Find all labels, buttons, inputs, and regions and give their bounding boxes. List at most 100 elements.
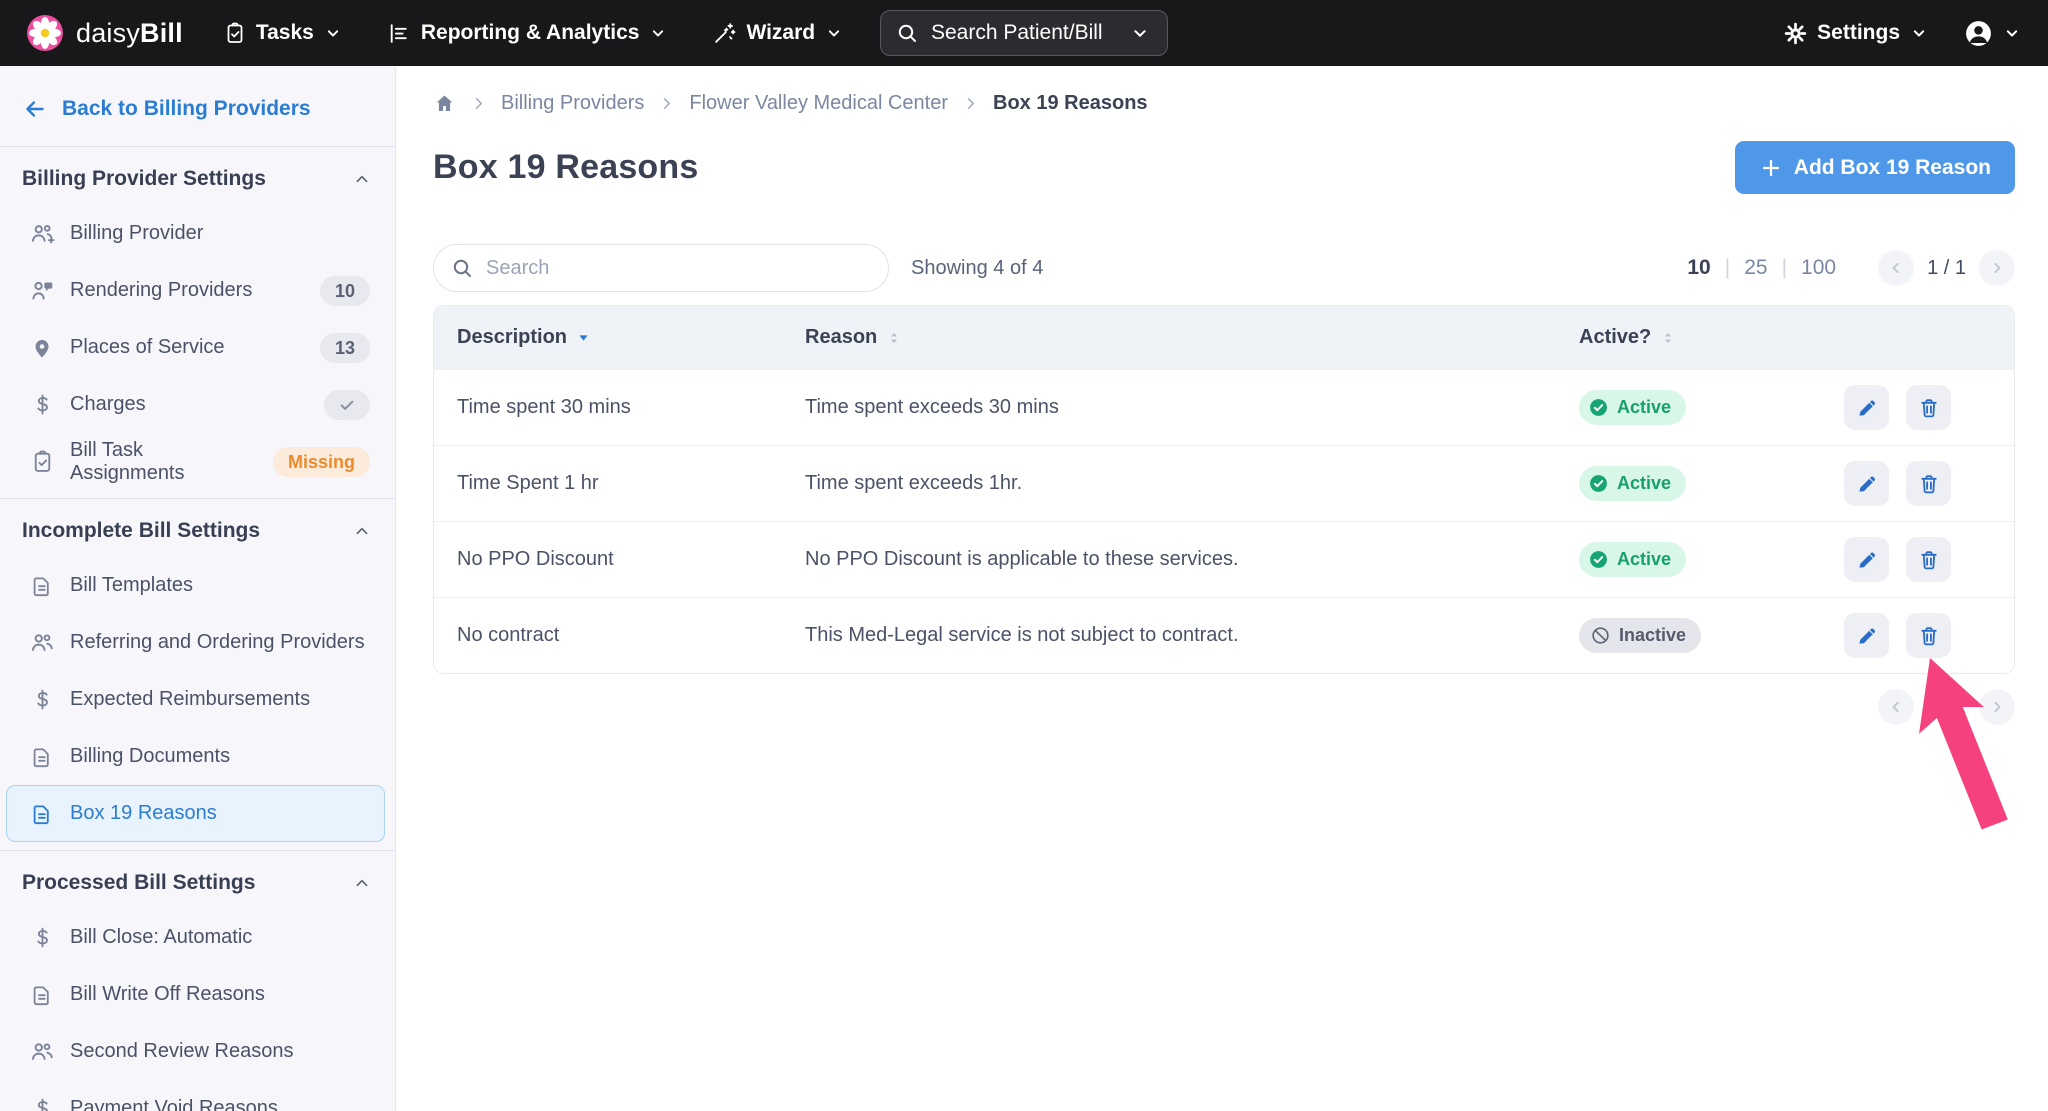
add-box-19-reason-button[interactable]: Add Box 19 Reason bbox=[1735, 141, 2015, 194]
pencil-icon bbox=[1855, 396, 1879, 420]
tasks-icon bbox=[223, 21, 247, 45]
status-label: Active bbox=[1617, 397, 1671, 418]
sidebar-item-box-19-reasons[interactable]: Box 19 Reasons bbox=[6, 785, 385, 842]
chevron-down-icon bbox=[1129, 22, 1151, 44]
next-page-button[interactable] bbox=[1979, 689, 2015, 725]
chevron-down-icon bbox=[323, 23, 343, 43]
column-header-active[interactable]: Active? bbox=[1579, 326, 1844, 349]
breadcrumb-link-billing-providers[interactable]: Billing Providers bbox=[501, 92, 644, 115]
dollar-icon bbox=[29, 687, 55, 713]
settings-menu[interactable]: Settings bbox=[1783, 21, 1929, 46]
sidebar-item-billing-provider[interactable]: Billing Provider bbox=[6, 205, 385, 262]
cell-description: Time Spent 1 hr bbox=[457, 472, 805, 495]
users-icon bbox=[29, 1039, 55, 1065]
sidebar-item-bill-templates[interactable]: Bill Templates bbox=[6, 557, 385, 614]
separator: | bbox=[1725, 256, 1730, 280]
check-circle-icon bbox=[1588, 397, 1609, 418]
home-icon[interactable] bbox=[433, 92, 456, 115]
delete-button[interactable] bbox=[1906, 385, 1951, 430]
separator: | bbox=[1782, 256, 1787, 280]
sidebar-section-processed-bill-settings[interactable]: Processed Bill Settings bbox=[0, 851, 395, 895]
back-to-billing-providers-link[interactable]: Back to Billing Providers bbox=[0, 66, 395, 146]
status-badge: Inactive bbox=[1579, 618, 1701, 653]
sidebar-item-billing-documents[interactable]: Billing Documents bbox=[6, 728, 385, 785]
previous-page-button[interactable] bbox=[1878, 689, 1914, 725]
sidebar-item-bill-write-off-reasons[interactable]: Bill Write Off Reasons bbox=[6, 966, 385, 1023]
trash-icon bbox=[1917, 472, 1941, 496]
sidebar-item-label: Bill Close: Automatic bbox=[70, 926, 252, 949]
table-row: No PPO DiscountNo PPO Discount is applic… bbox=[434, 521, 2014, 597]
sidebar-item-label: Billing Documents bbox=[70, 745, 230, 768]
delete-button[interactable] bbox=[1906, 461, 1951, 506]
sidebar-item-second-review-reasons[interactable]: Second Review Reasons bbox=[6, 1023, 385, 1080]
edit-button[interactable] bbox=[1844, 461, 1889, 506]
sidebar-item-expected-reimbursements[interactable]: Expected Reimbursements bbox=[6, 671, 385, 728]
search-patient-bill-button[interactable]: Search Patient/Bill bbox=[880, 10, 1168, 56]
pagination-top: 1 / 1 bbox=[1878, 250, 2015, 286]
sidebar-item-charges[interactable]: Charges bbox=[6, 376, 385, 433]
previous-page-button[interactable] bbox=[1878, 250, 1914, 286]
page-size-option-10[interactable]: 10 bbox=[1687, 256, 1710, 280]
section-title: Incomplete Bill Settings bbox=[22, 519, 260, 543]
sidebar-item-bill-close-automatic[interactable]: Bill Close: Automatic bbox=[6, 909, 385, 966]
document-icon bbox=[29, 744, 55, 770]
daisy-flower-icon bbox=[26, 14, 64, 52]
search-icon bbox=[895, 21, 919, 45]
sidebar-item-label: Box 19 Reasons bbox=[70, 802, 217, 825]
daisybill-logo[interactable]: daisyBill bbox=[26, 14, 183, 52]
table-row: Time Spent 1 hrTime spent exceeds 1hr.Ac… bbox=[434, 445, 2014, 521]
sidebar-item-referring-and-ordering-providers[interactable]: Referring and Ordering Providers bbox=[6, 614, 385, 671]
arrow-left-icon bbox=[22, 96, 48, 122]
cell-description: Time spent 30 mins bbox=[457, 396, 805, 419]
clipboard-icon bbox=[29, 449, 55, 475]
page-title: Box 19 Reasons bbox=[433, 148, 698, 187]
sidebar-section-billing-provider-settings[interactable]: Billing Provider Settings bbox=[0, 147, 395, 191]
sidebar-item-label: Bill Write Off Reasons bbox=[70, 983, 265, 1006]
pencil-icon bbox=[1855, 548, 1879, 572]
trash-icon bbox=[1917, 548, 1941, 572]
column-header-reason[interactable]: Reason bbox=[805, 326, 1579, 349]
check-circle-icon bbox=[1588, 473, 1609, 494]
next-page-button[interactable] bbox=[1979, 250, 2015, 286]
nav-item-label: Reporting & Analytics bbox=[421, 21, 640, 45]
breadcrumb-link-flower-valley-medical-center[interactable]: Flower Valley Medical Center bbox=[689, 92, 948, 115]
column-header-description[interactable]: Description bbox=[457, 326, 805, 349]
search-input[interactable] bbox=[433, 244, 889, 292]
user-account-menu[interactable] bbox=[1963, 18, 2022, 49]
document-icon bbox=[29, 801, 55, 827]
cell-reason: Time spent exceeds 30 mins bbox=[805, 396, 1579, 419]
chevron-right-icon bbox=[961, 94, 980, 113]
page-indicator: 1 / 1 bbox=[1927, 257, 1966, 280]
sidebar-item-label: Places of Service bbox=[70, 336, 225, 359]
edit-button[interactable] bbox=[1844, 537, 1889, 582]
wizard-icon bbox=[712, 21, 737, 46]
cell-reason: Time spent exceeds 1hr. bbox=[805, 472, 1579, 495]
delete-button[interactable] bbox=[1906, 613, 1951, 658]
reporting-icon bbox=[387, 21, 412, 46]
provider-chat-icon bbox=[29, 278, 55, 304]
sidebar-item-label: Second Review Reasons bbox=[70, 1040, 293, 1063]
sidebar-section-incomplete-bill-settings[interactable]: Incomplete Bill Settings bbox=[0, 499, 395, 543]
edit-button[interactable] bbox=[1844, 385, 1889, 430]
nav-item-reporting-analytics[interactable]: Reporting & Analytics bbox=[387, 21, 669, 46]
document-icon bbox=[29, 982, 55, 1008]
sidebar-item-places-of-service[interactable]: Places of Service13 bbox=[6, 319, 385, 376]
chevron-down-icon bbox=[1909, 23, 1929, 43]
pencil-icon bbox=[1855, 624, 1879, 648]
nav-item-tasks[interactable]: Tasks bbox=[223, 21, 343, 45]
status-badge: Active bbox=[1579, 390, 1686, 425]
sidebar-item-label: Expected Reimbursements bbox=[70, 688, 310, 711]
delete-button[interactable] bbox=[1906, 537, 1951, 582]
sidebar-item-bill-task-assignments[interactable]: Bill Task AssignmentsMissing bbox=[6, 433, 385, 490]
page-size-option-25[interactable]: 25 bbox=[1744, 256, 1767, 280]
sidebar-item-payment-void-reasons[interactable]: Payment Void Reasons bbox=[6, 1080, 385, 1111]
nav-item-label: Tasks bbox=[256, 21, 314, 45]
page-size-option-100[interactable]: 100 bbox=[1801, 256, 1836, 280]
edit-button[interactable] bbox=[1844, 613, 1889, 658]
sidebar-item-rendering-providers[interactable]: Rendering Providers10 bbox=[6, 262, 385, 319]
trash-icon bbox=[1917, 396, 1941, 420]
main-content: Billing Providers Flower Valley Medical C… bbox=[396, 66, 2048, 1111]
status-badge: Active bbox=[1579, 466, 1686, 501]
section-title: Processed Bill Settings bbox=[22, 871, 255, 895]
nav-item-wizard[interactable]: Wizard bbox=[712, 21, 844, 46]
